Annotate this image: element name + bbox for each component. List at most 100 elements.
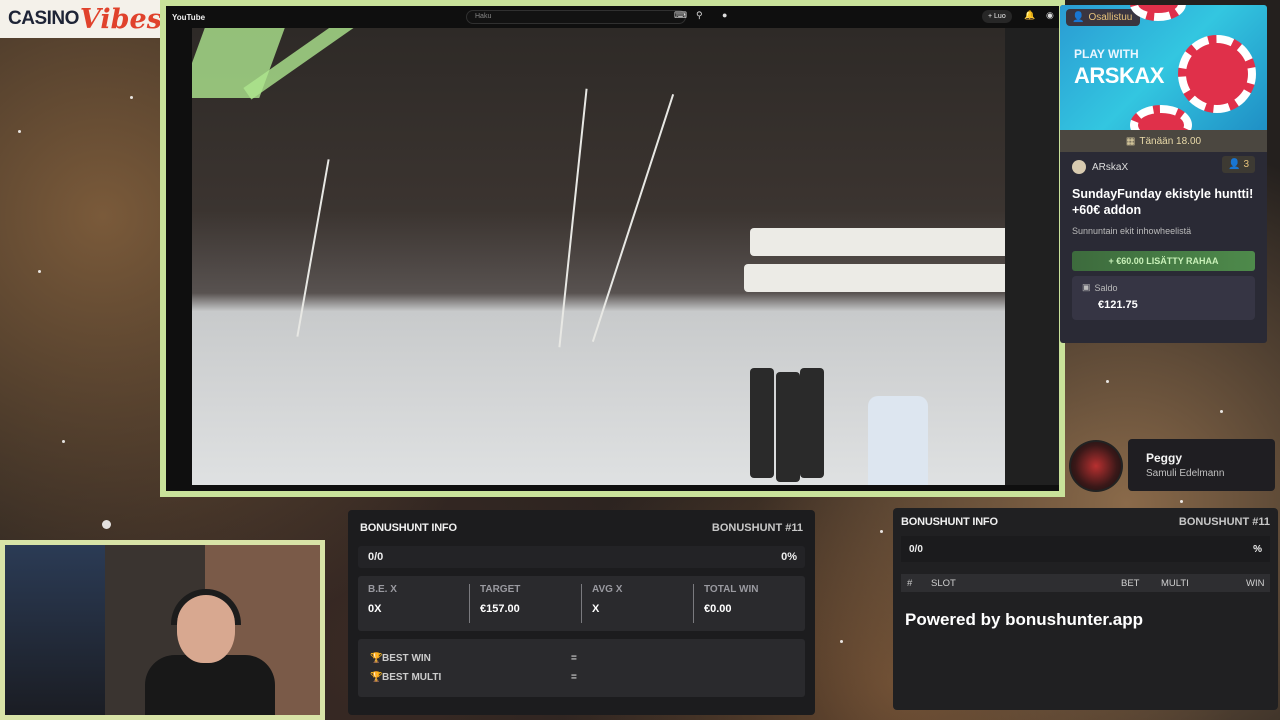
bonushunt-progress-count: 0/0	[368, 551, 384, 563]
now-playing-widget: Peggy Samuli Edelmann	[1128, 439, 1275, 491]
wallet-icon: ▣	[1082, 282, 1091, 292]
bonushunt-stats: B.E. X 0X TARGET €157.00 AVG X X TOTAL W…	[358, 576, 805, 631]
create-button[interactable]: + Luo	[982, 10, 1012, 23]
pipe	[750, 228, 1005, 256]
column-header: SLOT	[931, 577, 956, 589]
search-icon[interactable]: ⚲	[696, 10, 703, 21]
stat-label: TARGET	[480, 584, 521, 595]
best-win-row: 🏆 BEST WIN =	[370, 649, 805, 668]
powered-by-text: Powered by bonushunter.app	[905, 610, 1144, 629]
joined-label: Osallistuu	[1088, 12, 1133, 23]
participants-badge: 👤 3	[1222, 156, 1255, 173]
casino-vibes-logo: CASINO Vibes	[0, 0, 165, 38]
spray-can	[750, 368, 774, 478]
joined-badge[interactable]: 👤 Osallistuu	[1066, 9, 1141, 26]
poker-chip-icon	[1130, 105, 1192, 130]
logo-casino-text: CASINO	[8, 8, 79, 29]
ceiling-beam	[192, 28, 285, 98]
stat-label: AVG X	[592, 584, 623, 595]
star-decoration	[38, 270, 41, 273]
poker-chip-icon	[1178, 35, 1256, 113]
stat-value: 0X	[368, 603, 382, 615]
star-decoration	[102, 520, 111, 529]
spray-can	[800, 368, 824, 478]
video-content[interactable]	[192, 28, 1005, 485]
balance-box: ▣ Saldo €121.75	[1072, 276, 1255, 320]
star-decoration	[18, 130, 21, 133]
event-banner: 👤 Osallistuu PLAY WITH ARSKAX	[1060, 5, 1267, 130]
balance-label: Saldo	[1094, 282, 1118, 293]
album-cover	[1069, 440, 1123, 492]
slots-table-header: # SLOT BET MULTI WIN	[901, 574, 1270, 592]
stat-value: €0.00	[704, 603, 732, 615]
hanging-cable	[558, 88, 588, 348]
avatar-icon[interactable]: ◉	[1046, 10, 1054, 21]
event-description: Sunnuntain ekit inhowheelistä	[1072, 226, 1192, 236]
bonushunt-title: BONUSHUNT INFO	[360, 522, 457, 534]
event-time: ▦ Tänään 18.00	[1060, 130, 1267, 152]
star-decoration	[840, 640, 843, 643]
star-decoration	[1220, 410, 1223, 413]
microphone-icon[interactable]: ●	[722, 10, 727, 20]
calendar-icon: ▦	[1125, 135, 1136, 147]
hanging-cable	[591, 94, 675, 342]
balance-value: €121.75	[1098, 299, 1138, 311]
host-avatar	[1072, 160, 1086, 174]
youtube-search-input[interactable]: Haku	[466, 10, 686, 24]
addon-badge: + €60.00 LISÄTTY RAHAA	[1072, 251, 1255, 271]
bonushunt2-number: BONUSHUNT #11	[1178, 516, 1270, 528]
bonushunt2-progress-count: 0/0	[909, 543, 923, 555]
column-header: BET	[1121, 577, 1140, 589]
column-header: MULTI	[1161, 577, 1189, 589]
stat-label: TOTAL WIN	[704, 584, 759, 595]
banner-name: ARSKAX	[1074, 63, 1164, 88]
best-multi-row: 🏆 BEST MULTI =	[370, 668, 805, 687]
star-decoration	[1106, 380, 1109, 383]
column-header: WIN	[1246, 577, 1265, 589]
bonushunt-progress-percent: 0%	[781, 551, 797, 563]
logo-vibes-text: Vibes	[79, 3, 162, 35]
stat-value: €157.00	[480, 603, 520, 615]
stat-target: TARGET €157.00	[469, 584, 581, 623]
best-multi-value: =	[571, 672, 577, 683]
video-frame: YouTube Haku ⌨ ⚲ ● + Luo 🔔 ◉	[160, 0, 1065, 497]
hanging-cable	[296, 159, 330, 337]
bottle	[868, 396, 928, 485]
bonushunt-best: 🏆 BEST WIN = 🏆 BEST MULTI =	[358, 639, 805, 697]
bonushunt-slots-panel: BONUSHUNT INFO BONUSHUNT #11 0/0 % # SLO…	[893, 508, 1278, 710]
bell-icon[interactable]: 🔔	[1024, 10, 1035, 21]
star-decoration	[880, 530, 883, 533]
youtube-top-bar: YouTube Haku ⌨ ⚲ ● + Luo 🔔 ◉	[166, 6, 1059, 28]
bonushunt2-progress-percent: %	[1253, 543, 1262, 555]
star-decoration	[62, 440, 65, 443]
song-artist: Samuli Edelmann	[1146, 468, 1225, 479]
webcam-overlay	[0, 540, 325, 720]
banner-play-with: PLAY WITH	[1074, 47, 1139, 61]
bonushunt-progress: 0/0 0%	[358, 546, 805, 568]
column-header: #	[907, 577, 913, 589]
video-side-strip	[1005, 28, 1059, 485]
best-win-value: =	[571, 653, 577, 664]
hunt-event-card[interactable]: 👤 Osallistuu PLAY WITH ARSKAX ▦ Tänään 1…	[1060, 5, 1267, 343]
star-decoration	[1180, 500, 1183, 503]
bonushunt-number: BONUSHUNT #11	[711, 522, 803, 534]
bonushunt2-progress: 0/0 %	[901, 536, 1270, 562]
bonushunt2-title: BONUSHUNT INFO	[901, 516, 998, 528]
stat-value: X	[592, 603, 600, 615]
trophy-icon: 🏆	[370, 653, 383, 664]
best-multi-label: BEST MULTI	[382, 672, 442, 683]
host-name: ARskaX	[1092, 161, 1129, 173]
pipe	[744, 264, 1005, 292]
user-icon: 👤	[1072, 12, 1085, 23]
keyboard-icon[interactable]: ⌨	[674, 10, 687, 21]
stat-total-win: TOTAL WIN €0.00	[693, 584, 805, 623]
participants-count: 3	[1243, 159, 1249, 170]
youtube-logo[interactable]: YouTube	[172, 13, 205, 22]
spray-can	[776, 372, 800, 482]
stat-avg-x: AVG X X	[581, 584, 693, 623]
webcam-background	[5, 545, 105, 715]
event-host: ARskaX 👤 3	[1060, 152, 1267, 174]
stat-be-x: B.E. X 0X	[358, 584, 469, 623]
bonushunt-panel: BONUSHUNT INFO BONUSHUNT #11 0/0 0% B.E.…	[348, 510, 815, 715]
event-title: SundayFunday ekistyle huntti! +60€ addon	[1072, 187, 1254, 217]
